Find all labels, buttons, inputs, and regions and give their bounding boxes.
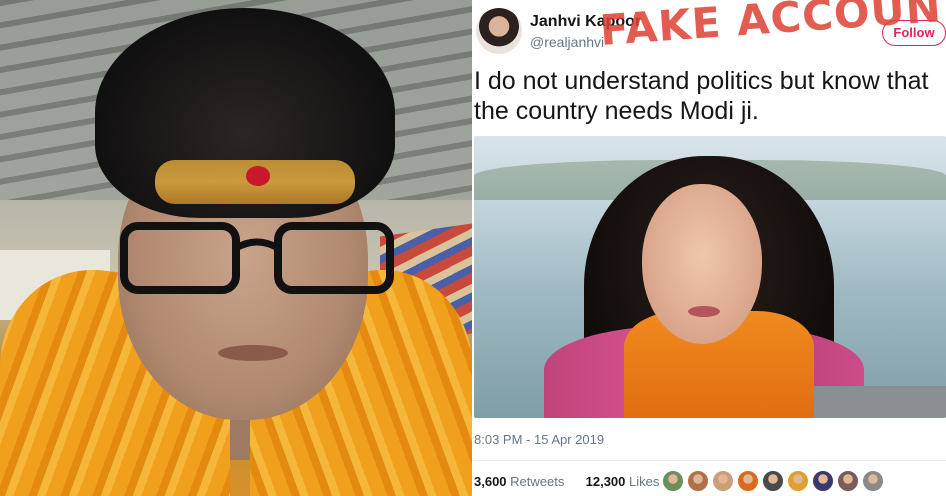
tweet-attached-photo[interactable] <box>474 136 946 418</box>
tweet-stats: 3,600 Retweets 12,300 Likes <box>474 474 659 489</box>
red-tilak-dot <box>246 166 270 186</box>
left-person-photo <box>0 0 472 496</box>
tweet-timestamp[interactable]: 8:03 PM - 15 Apr 2019 <box>474 432 604 447</box>
liker-avatars <box>662 470 884 492</box>
likes-count[interactable]: 12,300 <box>586 474 626 489</box>
author-handle[interactable]: @realjanhvi <box>530 34 604 50</box>
liker-avatar[interactable] <box>862 470 884 492</box>
fake-account-stamp: FAKE ACCOUNT <box>598 0 946 55</box>
liker-avatar[interactable] <box>712 470 734 492</box>
liker-avatar[interactable] <box>737 470 759 492</box>
photo-lips <box>688 306 720 317</box>
retweets-label[interactable]: Retweets <box>510 474 564 489</box>
person-mouth <box>218 345 288 361</box>
liker-avatar[interactable] <box>787 470 809 492</box>
tweet-card: Janhvi Kapoor @realjanhvi Follow FAKE AC… <box>472 0 946 496</box>
liker-avatar[interactable] <box>687 470 709 492</box>
retweets-count[interactable]: 3,600 <box>474 474 507 489</box>
tweet-text-line: the country needs Modi ji. <box>474 97 759 125</box>
liker-avatar[interactable] <box>762 470 784 492</box>
liker-avatar[interactable] <box>662 470 684 492</box>
eyeglasses <box>120 222 394 294</box>
tweet-text-line: I do not understand politics but know th… <box>474 67 929 95</box>
photo-railing <box>814 386 946 418</box>
liker-avatar[interactable] <box>837 470 859 492</box>
liker-avatar[interactable] <box>812 470 834 492</box>
photo-face <box>642 184 762 344</box>
author-avatar[interactable] <box>476 8 522 54</box>
tweet-text: I do not understand politics but know th… <box>474 66 946 126</box>
likes-label[interactable]: Likes <box>629 474 659 489</box>
stats-divider <box>474 460 946 461</box>
